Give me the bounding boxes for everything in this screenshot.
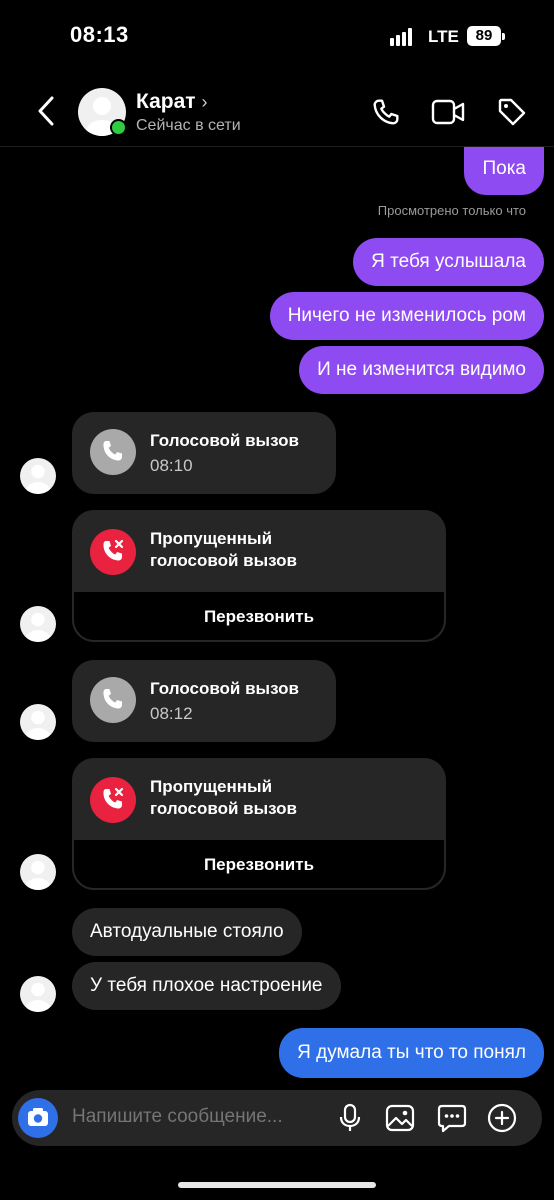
camera-icon [28, 1108, 48, 1126]
call-title: Голосовой вызов [150, 431, 299, 450]
microphone-button[interactable] [336, 1102, 364, 1134]
network-type: LTE [428, 27, 459, 46]
plus-circle-icon [487, 1103, 517, 1133]
phone-icon [373, 99, 399, 125]
phone-call-icon [90, 677, 136, 723]
status-time: 08:13 [70, 22, 129, 47]
add-button[interactable] [486, 1102, 518, 1134]
missed-title-line2: голосовой вызов [150, 551, 298, 570]
contact-name[interactable]: Карат › [136, 90, 208, 114]
home-indicator [178, 1182, 376, 1188]
sticker-button[interactable] [436, 1102, 468, 1134]
microphone-icon [339, 1103, 361, 1131]
sender-avatar[interactable] [20, 854, 56, 890]
outgoing-message[interactable]: Пока [464, 147, 544, 195]
gallery-button[interactable] [384, 1102, 416, 1134]
chevron-left-icon [38, 96, 54, 126]
phone-call-icon [90, 429, 136, 475]
missed-call-icon [90, 529, 136, 575]
seen-status: Просмотрено только что [377, 203, 526, 218]
online-indicator [110, 119, 127, 136]
outgoing-message[interactable]: Я думала ты что то понял [279, 1028, 544, 1078]
missed-call-card[interactable]: Пропущенный голосовой вызов Перезвонить [72, 758, 446, 890]
outgoing-message[interactable]: Я тебя услышала [353, 238, 544, 286]
call-back-button[interactable]: Перезвонить [72, 840, 446, 890]
phone-button[interactable] [370, 96, 402, 128]
missed-call-icon [90, 777, 136, 823]
sender-avatar[interactable] [20, 976, 56, 1012]
call-time: 08:12 [150, 704, 193, 723]
sender-avatar[interactable] [20, 606, 56, 642]
missed-call-card[interactable]: Пропущенный голосовой вызов Перезвонить [72, 510, 446, 642]
missed-title-line1: Пропущенный [150, 529, 273, 548]
sender-avatar[interactable] [20, 704, 56, 740]
message-input[interactable] [72, 1106, 327, 1128]
back-button[interactable] [32, 94, 60, 128]
signal-icon [390, 28, 420, 46]
camera-button[interactable] [18, 1098, 58, 1138]
incoming-message[interactable]: Автодуальные стояло [72, 908, 302, 956]
tag-icon [498, 98, 526, 126]
outgoing-message[interactable]: Ничего не изменилось ром [269, 292, 544, 340]
outgoing-message[interactable]: И не изменится видимо [299, 346, 544, 394]
incoming-message[interactable]: У тебя плохое настроение [72, 962, 341, 1010]
video-call-button[interactable] [430, 96, 466, 128]
tag-button[interactable] [496, 96, 528, 128]
call-time: 08:10 [150, 456, 193, 475]
contact-status: Сейчас в сети [136, 117, 241, 134]
chat-bubble-icon [437, 1104, 467, 1133]
chevron-right-icon: › [201, 92, 208, 112]
voice-call-card[interactable]: Голосовой вызов 08:12 [72, 660, 336, 742]
video-icon [431, 99, 465, 125]
call-title: Голосовой вызов [150, 679, 299, 698]
sender-avatar[interactable] [20, 458, 56, 494]
battery-icon: 89 [467, 26, 501, 46]
call-back-button[interactable]: Перезвонить [72, 592, 446, 642]
missed-title-line1: Пропущенный [150, 777, 273, 796]
missed-title-line2: голосовой вызов [150, 799, 298, 818]
image-icon [385, 1104, 415, 1132]
voice-call-card[interactable]: Голосовой вызов 08:10 [72, 412, 336, 494]
battery-tip [502, 33, 505, 40]
